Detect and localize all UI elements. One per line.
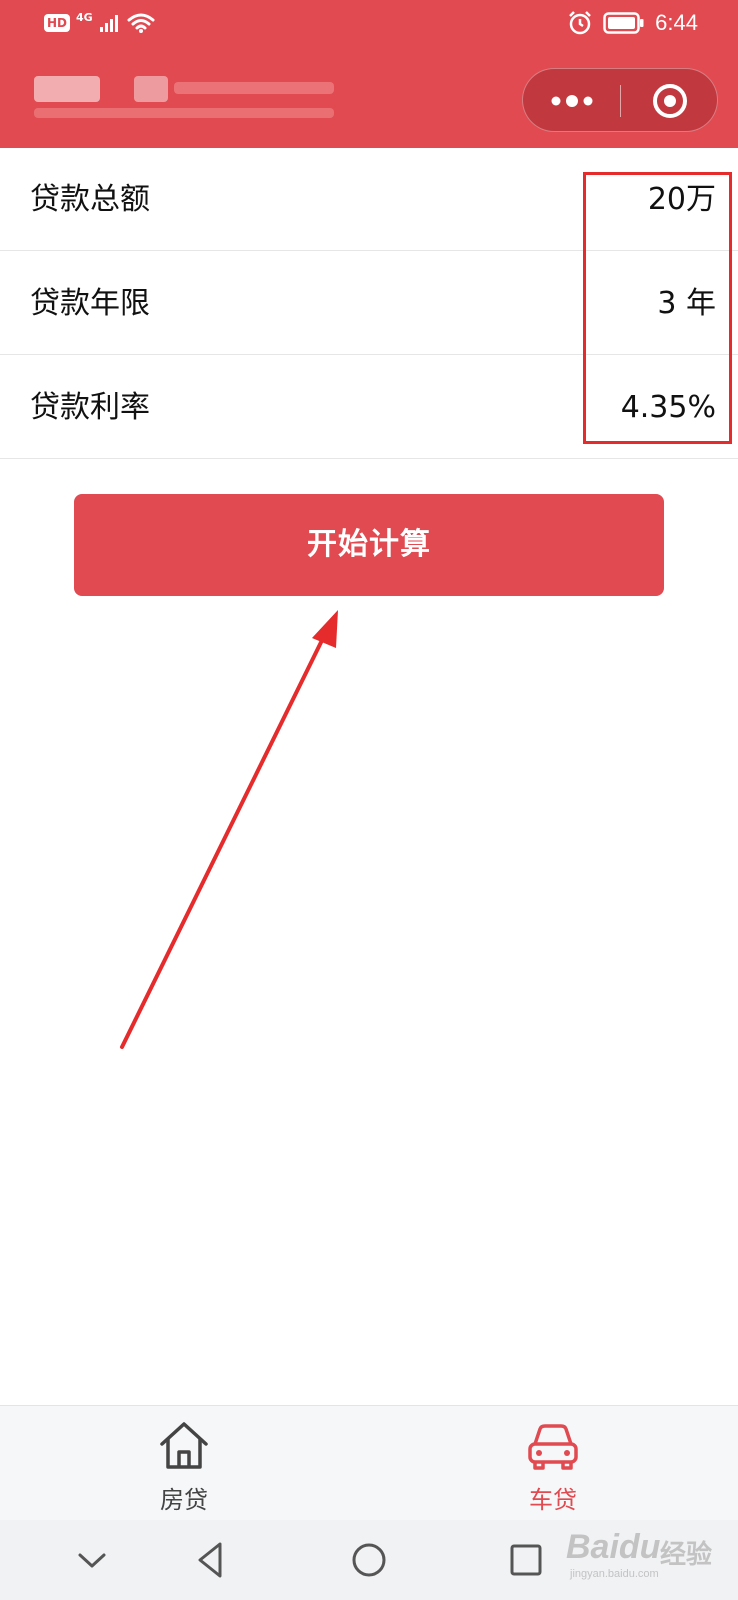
bottom-tab-bar: 房贷 车贷: [0, 1405, 738, 1520]
back-triangle-icon[interactable]: [186, 1534, 238, 1586]
annotation-arrow: [120, 610, 338, 1049]
watermark-brand: Baidu: [566, 1528, 661, 1566]
car-icon: [528, 1424, 578, 1470]
chevron-down-icon[interactable]: [66, 1534, 118, 1586]
home-circle-icon[interactable]: [343, 1534, 395, 1586]
watermark-cn: 经验: [660, 1539, 713, 1569]
watermark: Baidu 经验 jingyan.baidu.com: [566, 1524, 716, 1588]
watermark-url: jingyan.baidu.com: [570, 1568, 659, 1580]
tab-house-loan-label: 房贷: [160, 1486, 208, 1514]
tab-car-loan-label: 车贷: [529, 1486, 577, 1514]
tab-car-loan[interactable]: 车贷: [453, 1406, 653, 1521]
recents-square-icon[interactable]: [500, 1534, 552, 1586]
tab-house-loan[interactable]: 房贷: [84, 1406, 284, 1521]
house-icon: [160, 1422, 208, 1469]
